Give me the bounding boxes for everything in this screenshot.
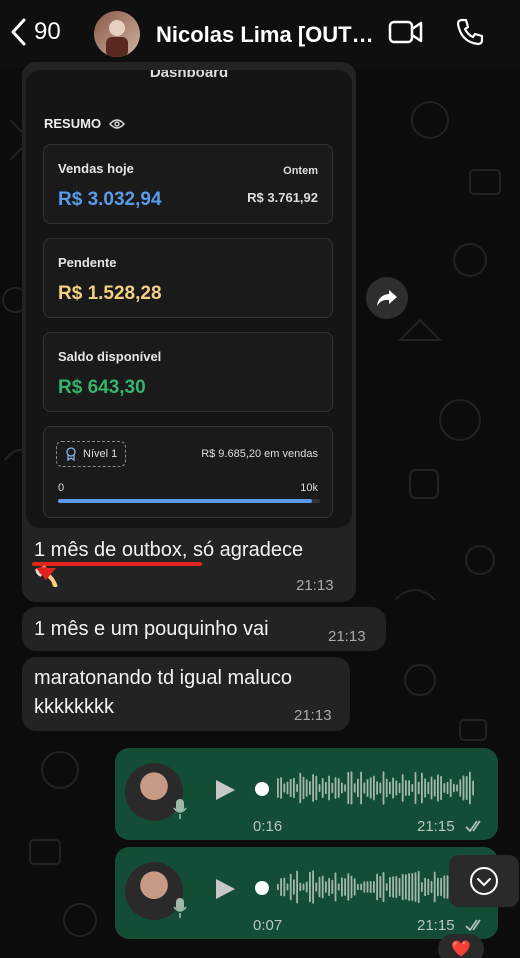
unread-count: 90 (34, 18, 61, 45)
voice-duration: 0:07 (253, 917, 283, 934)
waveform[interactable] (277, 768, 477, 808)
message-text: 1 mês e um pouquinho vai (34, 618, 269, 640)
summary-label: RESUMO (44, 116, 102, 131)
double-check-icon (465, 820, 481, 833)
reaction-badge[interactable]: ❤️ (438, 934, 484, 958)
yesterday-label: Ontem (283, 165, 318, 177)
chevron-down-circle-icon (470, 867, 498, 895)
arrow-annotation-icon (36, 568, 56, 580)
video-call-icon[interactable] (388, 18, 424, 46)
voice-duration: 0:16 (253, 818, 283, 835)
progress-min: 0 (58, 482, 65, 494)
level-badge: Nível 1 (56, 441, 127, 467)
chat-screen: 90 Nicolas Lima [OUTB... Dashboard RESUM… (0, 0, 520, 958)
voice-message-bubble[interactable]: 0:16 21:15 (115, 748, 498, 840)
chevron-left-icon (11, 18, 26, 46)
dashboard-image[interactable]: Dashboard RESUMO Vendas hoje R$ 3.032,94… (26, 70, 352, 528)
heart-reaction: ❤️ (451, 941, 471, 958)
sales-total: R$ 9.685,20 em vendas (201, 448, 318, 460)
forward-arrow-icon (377, 290, 397, 306)
progress-max: 10k (300, 482, 318, 494)
message-text-line2: kkkkkkkk (34, 696, 114, 718)
phone-call-icon[interactable] (455, 17, 485, 47)
pending-value: R$ 1.528,28 (58, 283, 162, 304)
message-time: 21:13 (328, 628, 366, 645)
back-button[interactable]: 90 (8, 17, 61, 47)
play-icon[interactable] (213, 778, 237, 802)
balance-label: Saldo disponível (58, 349, 162, 364)
contact-name[interactable]: Nicolas Lima [OUTB... (156, 22, 376, 48)
eye-icon (109, 118, 125, 129)
level-progress-bar (58, 499, 320, 503)
double-check-icon (465, 919, 481, 932)
level-label: Nível 1 (83, 448, 118, 460)
image-caption: 1 mês de outbox, só agradece (34, 536, 303, 564)
forward-button[interactable] (366, 277, 408, 319)
level-progress-fill (58, 499, 313, 503)
message-time: 21:13 (296, 577, 334, 594)
scroll-to-bottom-button[interactable] (449, 855, 519, 907)
summary-heading: RESUMO (44, 116, 125, 131)
voice-message-bubble[interactable]: 0:07 21:15 (115, 847, 498, 939)
playback-position-dot[interactable] (255, 881, 269, 895)
pending-card: Pendente R$ 1.528,28 (43, 238, 333, 318)
sales-today-card: Vendas hoje R$ 3.032,94 Ontem R$ 3.761,9… (43, 144, 333, 224)
caption-underlined-text: 1 mês de outbox (34, 539, 182, 561)
message-time: 21:15 (417, 818, 455, 835)
message-time: 21:15 (417, 917, 455, 934)
medal-icon (66, 447, 76, 461)
waveform[interactable] (277, 867, 477, 907)
playback-position-dot[interactable] (255, 782, 269, 796)
microphone-icon (173, 799, 187, 819)
balance-card: Saldo disponível R$ 643,30 (43, 332, 333, 412)
sales-today-label: Vendas hoje (58, 161, 134, 176)
level-card: Nível 1 R$ 9.685,20 em vendas 0 10k (43, 426, 333, 518)
sales-today-value: R$ 3.032,94 (58, 189, 162, 210)
dashboard-title: Dashboard (149, 70, 229, 81)
message-text-line1: maratonando td igual maluco (34, 667, 292, 689)
chat-header: 90 Nicolas Lima [OUTB... (0, 0, 520, 68)
message-time: 21:13 (294, 707, 332, 724)
contact-avatar[interactable] (94, 11, 140, 57)
yesterday-value: R$ 3.761,92 (247, 190, 318, 205)
microphone-icon (173, 898, 187, 918)
play-icon[interactable] (213, 877, 237, 901)
balance-value: R$ 643,30 (58, 377, 146, 398)
caption-text: , só agradece (181, 539, 304, 561)
pending-label: Pendente (58, 255, 117, 270)
avatar-photo (106, 20, 128, 57)
